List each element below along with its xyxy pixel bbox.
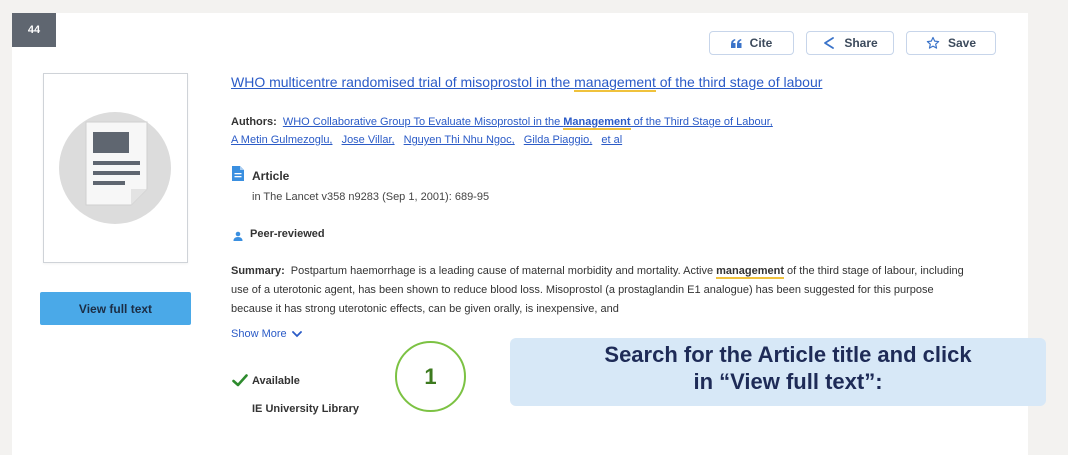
authors-block: Authors: WHO Collaborative Group To Evalu… xyxy=(231,113,911,149)
step-number-badge: 1 xyxy=(395,341,466,412)
star-icon xyxy=(926,36,940,50)
result-number-badge: 44 xyxy=(12,13,56,47)
summary-highlight: management xyxy=(716,265,784,279)
library-name: IE University Library xyxy=(252,403,359,415)
title-text: WHO multicentre randomised trial of miso… xyxy=(231,74,575,90)
share-icon xyxy=(822,36,836,50)
availability-status[interactable]: Available xyxy=(252,375,300,387)
cite-button[interactable]: Cite xyxy=(709,31,794,55)
cite-label: Cite xyxy=(749,36,773,50)
title-text-end: of the third stage of labour xyxy=(655,74,823,90)
summary-label: Summary: xyxy=(231,265,285,277)
title-highlight: management xyxy=(574,74,656,92)
summary-text: Postpartum haemorrhage is a leading caus… xyxy=(290,265,717,277)
show-more-link[interactable]: Show More xyxy=(231,328,302,340)
summary-block: Summary: Postpartum haemorrhage is a lead… xyxy=(231,262,976,319)
author-link[interactable]: A Metin Gulmezoglu, xyxy=(231,134,333,146)
article-icon xyxy=(232,166,244,186)
person-icon xyxy=(233,228,243,246)
author-link[interactable]: Jose Villar, xyxy=(342,134,395,146)
material-type: Article xyxy=(252,169,290,183)
show-more-label: Show More xyxy=(231,328,287,340)
record-thumbnail xyxy=(43,73,188,263)
author-link[interactable]: Nguyen Thi Nhu Ngoc, xyxy=(404,134,515,146)
instruction-text-line1: Search for the Article title and click xyxy=(604,342,972,367)
author-link-group[interactable]: WHO Collaborative Group To Evaluate Miso… xyxy=(283,116,773,130)
save-button[interactable]: Save xyxy=(906,31,996,55)
share-button[interactable]: Share xyxy=(806,31,894,55)
authors-label: Authors: xyxy=(231,116,277,128)
quote-icon xyxy=(730,38,742,48)
publication-source: in The Lancet v358 n9283 (Sep 1, 2001): … xyxy=(252,191,490,203)
document-icon xyxy=(59,112,171,224)
peer-reviewed-label: Peer-reviewed xyxy=(250,228,325,240)
share-label: Share xyxy=(844,36,878,50)
checkmark-icon xyxy=(232,374,248,392)
author-link[interactable]: Gilda Piaggio, xyxy=(524,134,593,146)
record-toolbar: Cite Share Save xyxy=(709,31,996,55)
save-label: Save xyxy=(947,36,977,50)
instruction-text-line2: in “View full text”: xyxy=(693,369,883,394)
view-full-text-button[interactable]: View full text xyxy=(40,292,191,325)
author-link-more[interactable]: et al xyxy=(601,134,622,146)
chevron-down-icon xyxy=(291,330,302,337)
record-title-link[interactable]: WHO multicentre randomised trial of miso… xyxy=(231,74,823,92)
